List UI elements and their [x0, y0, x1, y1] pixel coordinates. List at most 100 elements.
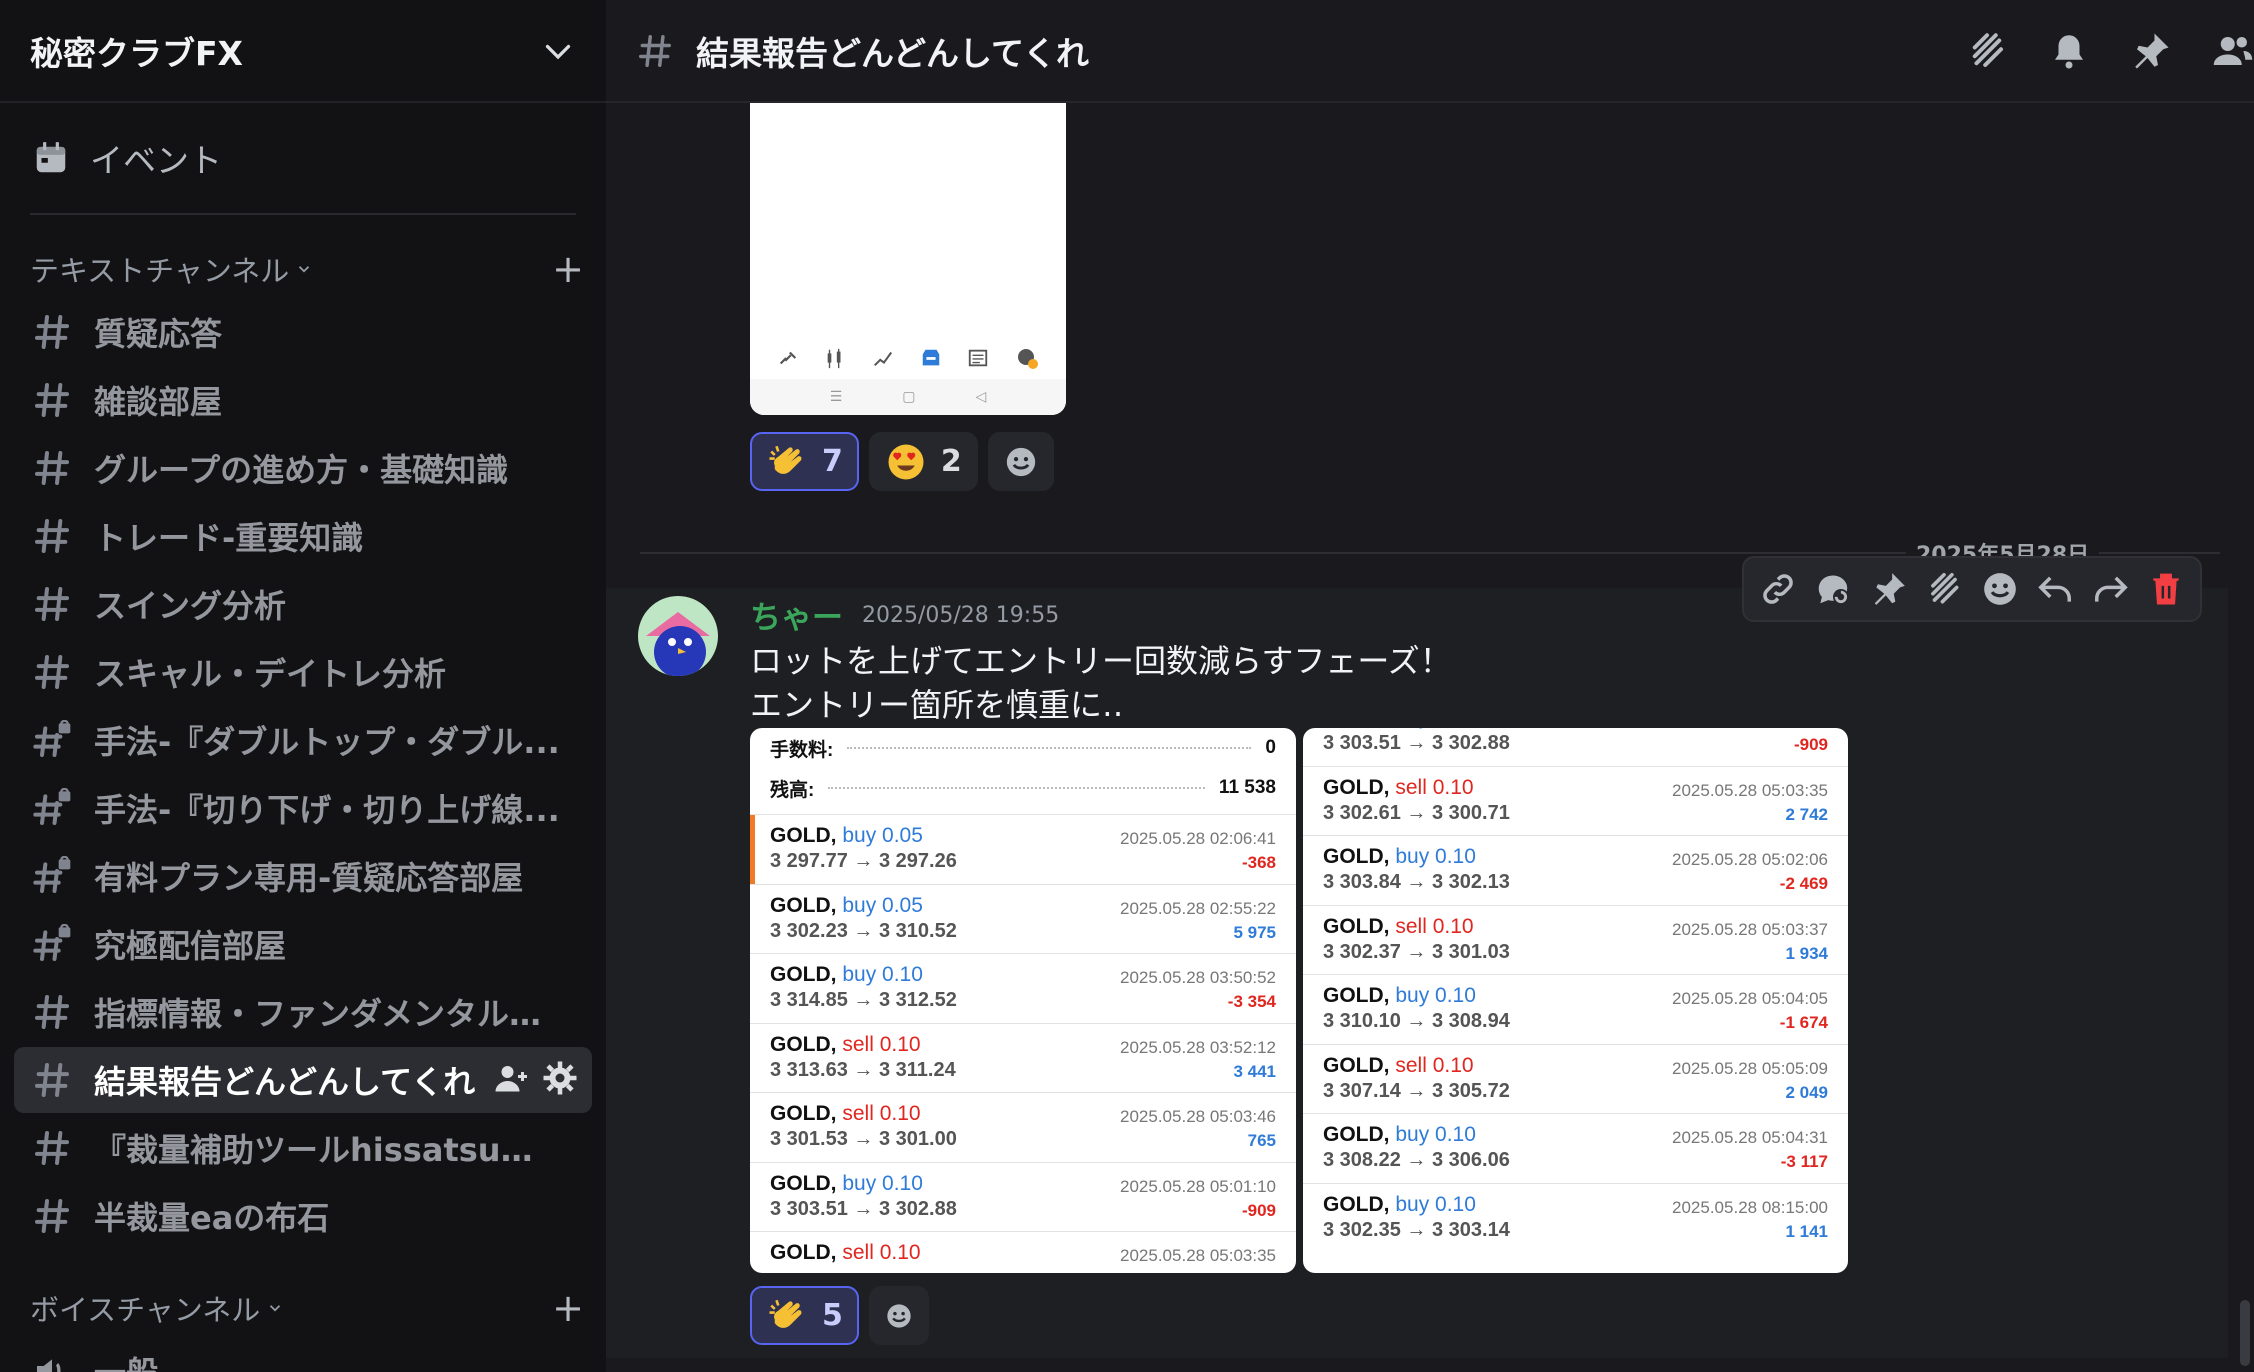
bell-icon[interactable] [2048, 30, 2090, 72]
trade-profit: -909 [1793, 735, 1828, 754]
trade-datetime: 2025.05.28 02:55:22 [1120, 898, 1276, 918]
trade-side: sell [842, 1241, 874, 1264]
message-text-line: ロットを上げてエントリー回数減らすフェーズ！ [750, 642, 1452, 680]
trade-side: buy [1395, 1192, 1430, 1216]
trade-datetime: 2025.05.28 05:02:06 [1672, 850, 1828, 869]
add-channel-icon[interactable]: + [548, 250, 588, 288]
locked-hash-icon [33, 924, 71, 961]
trade-list: GOLD, buy 0.05 3 297.77 → 3 297.26 2025.05… [750, 814, 1296, 1273]
clapping-hands-icon [769, 1299, 802, 1328]
reaction-heart-eyes[interactable]: 2 [868, 432, 978, 491]
trade-lot: 0.10 [1435, 728, 1476, 729]
discord-window: 秘密クラブFX イベント テキストチャンネル + 質疑応答雑談部屋 グループの進め… [0, 0, 2254, 1372]
attachment-image[interactable]: 手数料: 0 残高: 11 538 GOLD, buy 0.05 3 297.77… [750, 728, 1296, 1273]
trade-profit: 2 049 [1785, 1082, 1828, 1102]
hash-icon [35, 1063, 69, 1097]
reaction-clap[interactable]: 7 [750, 432, 859, 491]
clapping-hands-icon [769, 445, 802, 474]
channel-name: 質疑応答 [94, 315, 223, 353]
threads-icon[interactable] [1966, 30, 2008, 72]
channel-item[interactable]: 手法-『ダブルトップ・ダブル... [14, 707, 592, 773]
trade-prices: 3 308.22 → 3 306.06 [1323, 1149, 1510, 1171]
category-label: テキストチャンネル [30, 254, 290, 288]
server-header[interactable]: 秘密クラブFX [0, 0, 606, 103]
trade-lot: 0.10 [1432, 775, 1474, 799]
trade-prices: 3 301.53 → 3 301.00 [770, 1128, 957, 1150]
reaction-clap[interactable]: 5 [750, 1286, 859, 1345]
trade-list: GOLD, buy 0.10 3 303.51 → 3 302.88 2025.05… [1303, 728, 1848, 1252]
members-icon[interactable] [2212, 30, 2254, 72]
channel-item[interactable]: 質疑応答 [14, 299, 592, 365]
trade-lot: 0.10 [879, 1032, 921, 1056]
channel-item[interactable]: 半裁量eaの布石 [14, 1183, 592, 1249]
trade-lot: 0.10 [1435, 1123, 1476, 1146]
thread-icon[interactable] [1925, 570, 1963, 608]
channel-item[interactable]: 『裁量補助ツールhissatsu＆ツ... [14, 1115, 592, 1181]
add-reaction-button[interactable] [868, 1286, 929, 1345]
message-author[interactable]: ちゃー [750, 592, 843, 637]
events-row[interactable]: イベント [0, 103, 606, 213]
gear-icon[interactable] [542, 1060, 578, 1096]
mark-unread-icon[interactable] [1814, 570, 1852, 608]
channel-item[interactable]: トレード-重要知識 [14, 503, 592, 569]
hash-icon [35, 451, 69, 485]
pin-icon[interactable] [1870, 570, 1908, 608]
chevron-down-icon [270, 1305, 281, 1312]
menu-icon: ☰ [829, 389, 843, 405]
invite-icon[interactable] [494, 1060, 530, 1096]
trade-profit: 765 [1247, 1131, 1276, 1150]
channel-item[interactable]: グループの進め方・基礎知識 [14, 435, 592, 501]
trade-datetime: 2025.05.28 05:01:10 [1120, 1176, 1276, 1196]
trade-symbol: GOLD, [770, 824, 837, 847]
attachment-image[interactable]: GOLD, buy 0.10 3 303.51 → 3 302.88 2025.05… [1303, 728, 1848, 1273]
forward-icon[interactable] [2092, 570, 2130, 608]
channel-item[interactable]: 雑談部屋 [14, 367, 592, 433]
trade-lot: 0.10 [879, 1241, 921, 1264]
reply-icon[interactable] [2036, 570, 2074, 608]
channel-name: 有料プラン専用-質疑応答部屋 [94, 859, 524, 897]
channel-item[interactable]: スイング分析 [14, 571, 592, 637]
message-text-line: エントリー箇所を慎重に‥ [750, 686, 1124, 724]
chat-icon [1018, 349, 1039, 369]
trade-row: GOLD, sell 0.10 3 301.53 → 3 301.00 2025.0… [750, 1092, 1296, 1162]
scrollbar-thumb[interactable] [2240, 1300, 2250, 1366]
voice-channel-name: 一般 [94, 1348, 158, 1372]
voice-channel-item[interactable]: 一般 [14, 1338, 592, 1372]
add-channel-icon[interactable]: + [548, 1289, 588, 1327]
chevron-down-icon[interactable] [540, 33, 576, 69]
server-name: 秘密クラブFX [30, 33, 243, 73]
locked-hash-icon [33, 720, 71, 757]
avatar[interactable] [638, 596, 718, 676]
add-reaction-button[interactable] [987, 432, 1054, 491]
link-icon[interactable] [1759, 570, 1797, 608]
channel-list: 質疑応答雑談部屋 グループの進め方・基礎知識 トレード-重要知識 スイング分析 スキャル… [0, 299, 606, 1249]
trade-profit: -909 [1241, 1200, 1276, 1220]
trend-icon [874, 351, 893, 367]
channel-item[interactable]: 手法-『切り下げ・切り上げ線... [14, 775, 592, 841]
trade-symbol: GOLD, [1323, 1192, 1390, 1216]
pin-icon[interactable] [2130, 30, 2172, 72]
trade-lot: 0.05 [882, 824, 923, 847]
delete-icon[interactable] [2147, 570, 2185, 608]
channel-item[interactable]: 有料プラン専用-質疑応答部屋 [14, 843, 592, 909]
trade-side: buy [1395, 1123, 1430, 1146]
category-text-channels[interactable]: テキストチャンネル + [0, 241, 606, 297]
trade-lot: 0.10 [882, 963, 923, 986]
category-voice-channels[interactable]: ボイスチャンネル + [0, 1280, 606, 1336]
channel-item[interactable]: 結果報告どんどんしてくれ [14, 1047, 592, 1113]
channel-item[interactable]: 究極配信部屋 [14, 911, 592, 977]
channel-title: 結果報告どんどんしてくれ [696, 33, 1090, 73]
channel-item[interactable]: 指標情報・ファンダメンタル情... [14, 979, 592, 1045]
trade-lot: 0.10 [879, 1102, 921, 1125]
trade-symbol: GOLD, [770, 1032, 837, 1056]
channel-name: 『裁量補助ツールhissatsu＆ツ... [94, 1131, 564, 1169]
trade-prices: 3 302.35 → 3 303.14 [1323, 1218, 1510, 1241]
trade-side: sell [1395, 775, 1427, 799]
reaction-bar: 5 [750, 1286, 929, 1345]
attachment-image[interactable]: ☰ ▢ ◁ [750, 103, 1066, 415]
trade-profit: -2 469 [1779, 874, 1828, 893]
events-label: イベント [90, 141, 222, 180]
add-reaction-icon[interactable] [1981, 570, 2019, 608]
heart-eyes-icon [888, 444, 924, 479]
channel-item[interactable]: スキャル・デイトレ分析 [14, 639, 592, 705]
